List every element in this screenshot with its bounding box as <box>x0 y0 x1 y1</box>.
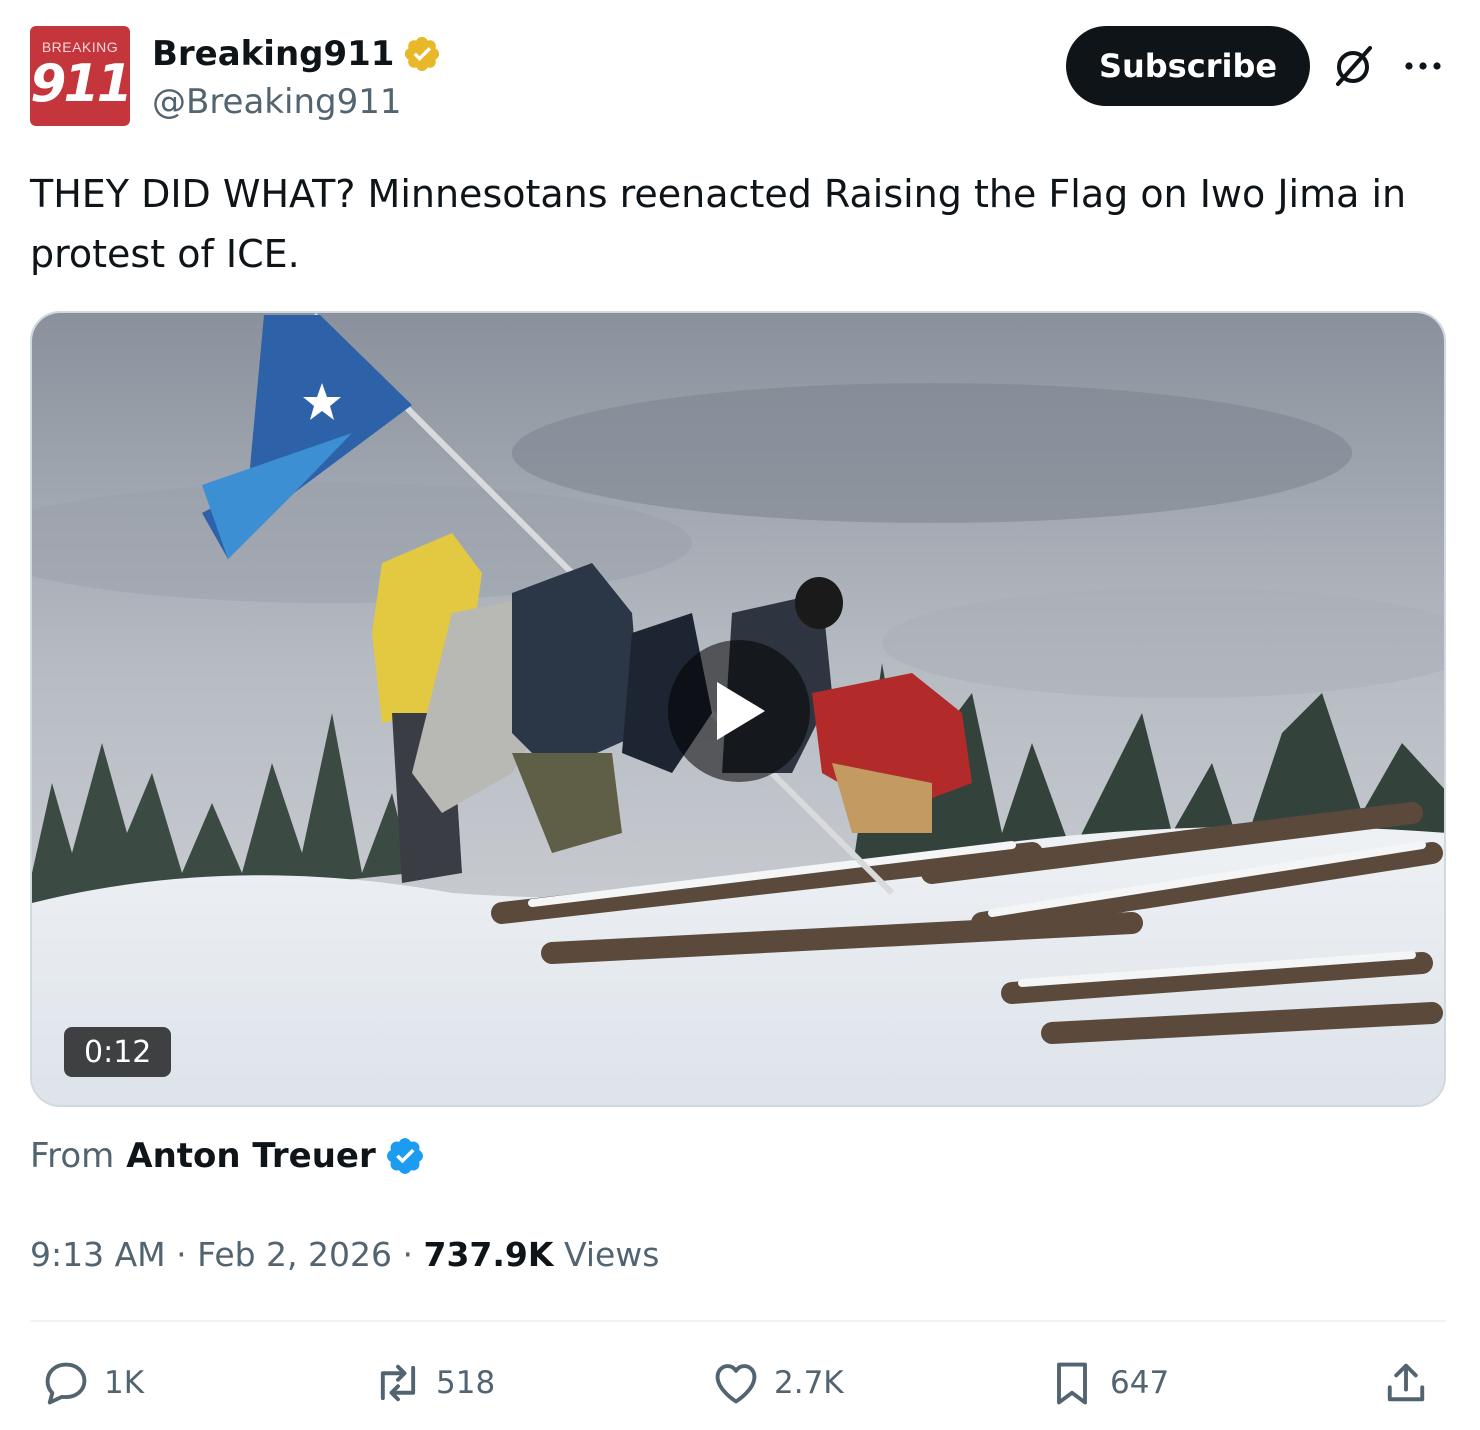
reply-button[interactable]: 1K <box>40 1350 144 1416</box>
reply-count: 1K <box>104 1365 145 1401</box>
video-attribution: From Anton Treuer <box>30 1128 426 1184</box>
views-space <box>553 1235 564 1274</box>
author-display-name[interactable]: Breaking911 <box>152 34 394 74</box>
from-label: From <box>30 1136 115 1176</box>
gold-check-icon <box>405 36 440 72</box>
from-author-name[interactable]: Anton Treuer <box>126 1136 376 1176</box>
tweet-text: THEY DID WHAT? Minnesotans reenacted Rai… <box>30 172 1407 276</box>
play-icon <box>717 682 765 740</box>
tweet-time[interactable]: 9:13 AM <box>30 1235 166 1274</box>
meta-separator-2: · <box>392 1234 424 1274</box>
video-player[interactable]: 0:12 <box>30 311 1446 1107</box>
tweet-header: BREAKING 911 Breaking911 @Breaking911 Su… <box>30 26 1446 126</box>
views-label: Views <box>563 1234 660 1274</box>
meta-separator: · <box>165 1234 198 1274</box>
tweet-date[interactable]: Feb 2, 2026 <box>197 1235 392 1274</box>
grok-icon[interactable] <box>1332 44 1376 88</box>
like-count: 2.7K <box>774 1365 844 1401</box>
more-dots-icon[interactable] <box>1400 48 1446 84</box>
share-button[interactable] <box>1380 1350 1444 1416</box>
avatar-small-text: BREAKING <box>41 39 119 55</box>
avatar-big-text: 911 <box>30 54 130 114</box>
bookmark-count: 647 <box>1110 1365 1170 1401</box>
repost-icon <box>380 1364 416 1402</box>
action-divider <box>30 1320 1446 1322</box>
tweet-meta: 9:13 AM · Feb 2, 2026 · 737.9K Views <box>30 1226 659 1282</box>
bookmark-button[interactable]: 647 <box>1046 1350 1169 1416</box>
author-avatar[interactable]: BREAKING 911 <box>30 26 130 126</box>
video-duration: 0:12 <box>64 1027 172 1077</box>
heart-icon <box>715 1364 757 1404</box>
reply-icon <box>45 1362 87 1405</box>
subscribe-button[interactable]: Subscribe <box>1066 26 1310 106</box>
share-icon <box>1387 1363 1425 1402</box>
like-button[interactable]: 2.7K <box>710 1350 844 1416</box>
repost-count: 518 <box>436 1365 496 1401</box>
bookmark-icon <box>1057 1362 1087 1405</box>
blue-check-icon <box>386 1138 423 1174</box>
author-name-row: Breaking911 <box>152 30 442 78</box>
play-button[interactable] <box>668 640 810 782</box>
repost-button[interactable]: 518 <box>372 1350 495 1416</box>
author-handle[interactable]: @Breaking911 <box>152 82 401 122</box>
views-count: 737.9K <box>423 1234 554 1274</box>
